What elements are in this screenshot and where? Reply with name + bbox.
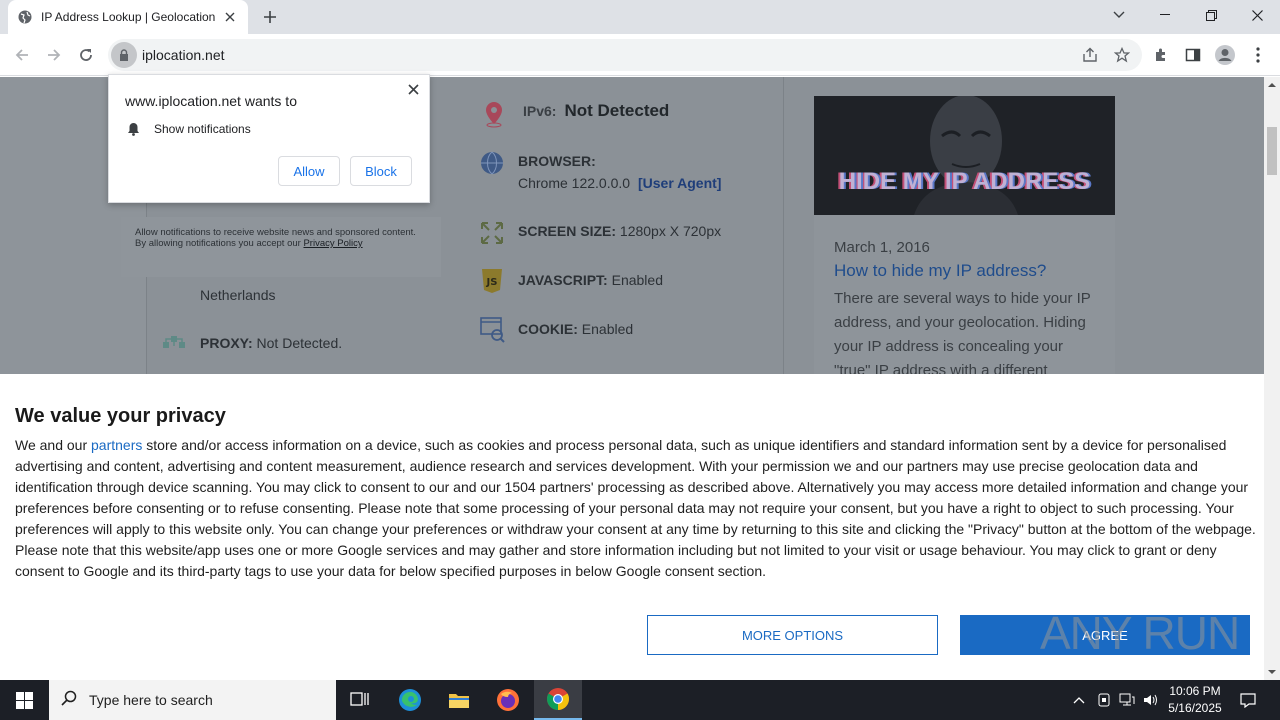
cookie-row: COOKIE: Enabled bbox=[518, 321, 633, 337]
restore-button[interactable] bbox=[1188, 0, 1234, 30]
tab-strip: IP Address Lookup | Geolocation bbox=[0, 0, 1280, 34]
url-text[interactable]: iplocation.net bbox=[142, 47, 225, 63]
edge-icon[interactable] bbox=[386, 680, 434, 720]
forward-button[interactable] bbox=[42, 43, 66, 67]
block-button[interactable]: Block bbox=[350, 156, 412, 186]
anyrun-watermark: ANY RUN bbox=[1040, 607, 1240, 659]
ipv6-row: IPv6: Not Detected bbox=[523, 101, 669, 121]
tab-search-icon[interactable] bbox=[1096, 0, 1142, 30]
lock-icon[interactable] bbox=[111, 42, 137, 68]
task-view-icon[interactable] bbox=[336, 680, 384, 720]
cookie-label: COOKIE: bbox=[518, 321, 578, 337]
side-panel-icon[interactable] bbox=[1182, 44, 1204, 66]
cookie-icon bbox=[480, 317, 506, 343]
close-window-button[interactable] bbox=[1234, 0, 1280, 30]
ipv6-label: IPv6: bbox=[523, 103, 557, 119]
browser-toolbar: iplocation.net bbox=[0, 34, 1280, 76]
consent-body: We and our partners store and/or access … bbox=[15, 437, 1256, 579]
article-image-title: HIDE MY IP ADDRESS bbox=[838, 168, 1091, 195]
more-options-button[interactable]: MORE OPTIONS bbox=[647, 615, 938, 655]
vertical-scrollbar[interactable] bbox=[1264, 77, 1280, 680]
globe-browser-icon bbox=[480, 151, 506, 177]
menu-kebab-icon[interactable] bbox=[1247, 44, 1269, 66]
extensions-icon[interactable] bbox=[1150, 44, 1172, 66]
svg-text:JS: JS bbox=[486, 277, 498, 288]
bell-icon bbox=[127, 122, 140, 136]
notification-notice-panel: Allow notifications to receive website n… bbox=[121, 217, 441, 277]
proxy-row: PROXY: Not Detected. bbox=[200, 335, 342, 351]
article-excerpt: There are several ways to hide your IP a… bbox=[834, 290, 1091, 379]
volume-icon[interactable] bbox=[1140, 680, 1162, 720]
chrome-icon[interactable] bbox=[534, 680, 582, 720]
close-icon[interactable] bbox=[405, 81, 421, 97]
notification-permission-popup: www.iplocation.net wants to Show notific… bbox=[108, 74, 430, 203]
screen-size-value: 1280px X 720px bbox=[619, 223, 722, 239]
browser-tab[interactable]: IP Address Lookup | Geolocation bbox=[8, 0, 248, 34]
minimize-button[interactable] bbox=[1142, 0, 1188, 30]
profile-avatar[interactable] bbox=[1214, 44, 1236, 66]
tray-chevron-up-icon[interactable] bbox=[1068, 680, 1090, 720]
consent-heading: We value your privacy bbox=[15, 405, 226, 427]
globe-icon bbox=[18, 10, 32, 24]
cookie-value: Enabled bbox=[581, 321, 634, 337]
javascript-icon: JS bbox=[480, 268, 506, 294]
screen-size-row: SCREEN SIZE: 1280px X 720px bbox=[518, 223, 721, 239]
proxy-value: Not Detected. bbox=[256, 335, 343, 351]
consent-banner: We value your privacy We and our partner… bbox=[0, 374, 1264, 680]
browser-label: BROWSER: bbox=[518, 153, 596, 169]
browser-value: Chrome 122.0.0.0 bbox=[518, 175, 631, 191]
map-pin-icon bbox=[482, 100, 508, 128]
article-card[interactable]: HIDE MY IP ADDRESS March 1, 2016 How to … bbox=[814, 96, 1115, 386]
back-button[interactable] bbox=[10, 43, 34, 67]
article-title-link[interactable]: How to hide my IP address? bbox=[834, 261, 1046, 281]
screen-size-label: SCREEN SIZE: bbox=[518, 223, 617, 239]
tab-close-icon[interactable] bbox=[222, 9, 238, 25]
permission-label: Show notifications bbox=[154, 122, 251, 136]
scroll-down-icon[interactable] bbox=[1268, 668, 1276, 676]
article-image[interactable]: HIDE MY IP ADDRESS bbox=[814, 96, 1115, 215]
system-clock[interactable]: 10:06 PM 5/16/2025 bbox=[1164, 683, 1226, 717]
clock-date: 5/16/2025 bbox=[1168, 701, 1222, 715]
user-agent-link[interactable]: [User Agent] bbox=[638, 175, 722, 191]
scrollbar-thumb[interactable] bbox=[1267, 127, 1277, 175]
proxy-label: PROXY: bbox=[200, 335, 253, 351]
taskbar-search-box[interactable]: Type here to search bbox=[49, 680, 336, 720]
privacy-policy-link[interactable]: Privacy Policy bbox=[303, 238, 362, 249]
firefox-icon[interactable] bbox=[484, 680, 532, 720]
address-bar[interactable]: iplocation.net bbox=[108, 39, 1142, 71]
taskbar: Type here to search 10:06 PM 5/16/2025 bbox=[0, 680, 1280, 720]
article-date: March 1, 2016 bbox=[834, 239, 930, 256]
allow-button[interactable]: Allow bbox=[278, 156, 340, 186]
permission-row: Show notifications bbox=[127, 122, 251, 136]
device-icon[interactable] bbox=[1093, 680, 1115, 720]
clock-time: 10:06 PM bbox=[1169, 684, 1221, 698]
ipv6-value: Not Detected bbox=[564, 101, 670, 120]
proxy-icon bbox=[161, 332, 187, 358]
expand-arrows-icon bbox=[480, 221, 506, 247]
google-consent-text: Please note that this website/app uses o… bbox=[15, 542, 1217, 579]
file-explorer-icon[interactable] bbox=[435, 680, 483, 720]
search-icon bbox=[61, 690, 77, 711]
javascript-row: JAVASCRIPT: Enabled bbox=[518, 272, 663, 288]
share-icon[interactable] bbox=[1080, 45, 1100, 65]
reload-button[interactable] bbox=[74, 43, 98, 67]
partners-link[interactable]: partners bbox=[91, 437, 142, 453]
browser-row: Chrome 122.0.0.0 [User Agent] bbox=[518, 175, 721, 191]
network-icon[interactable] bbox=[1116, 680, 1138, 720]
javascript-label: JAVASCRIPT: bbox=[518, 272, 608, 288]
new-tab-button[interactable] bbox=[259, 7, 281, 27]
notification-notice-text: Allow notifications to receive website n… bbox=[135, 227, 416, 249]
scroll-up-icon[interactable] bbox=[1268, 81, 1276, 89]
windows-start-icon[interactable] bbox=[0, 680, 48, 720]
search-placeholder: Type here to search bbox=[89, 692, 213, 708]
popup-heading: www.iplocation.net wants to bbox=[125, 93, 297, 109]
javascript-value: Enabled bbox=[611, 272, 663, 288]
tab-title: IP Address Lookup | Geolocation bbox=[41, 10, 216, 24]
bookmark-star-icon[interactable] bbox=[1112, 45, 1132, 65]
country-value: Netherlands bbox=[200, 287, 276, 303]
notifications-icon[interactable] bbox=[1234, 680, 1262, 720]
